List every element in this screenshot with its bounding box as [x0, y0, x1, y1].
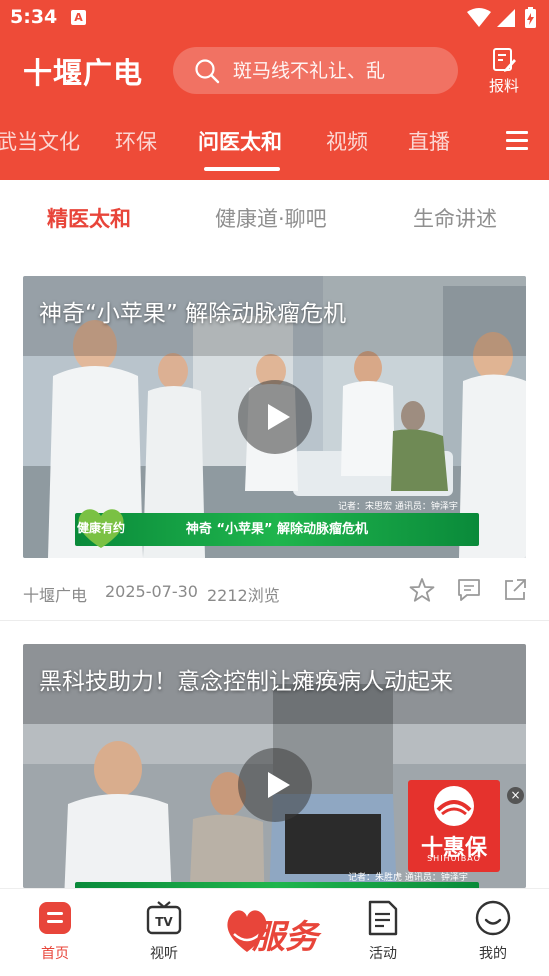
search-input[interactable] — [233, 47, 443, 94]
tab-ask-doctor[interactable]: 问医太和 — [198, 126, 282, 156]
subtab-health-chat[interactable]: 健康道·聊吧 — [215, 203, 327, 233]
nav-mine-label: 我的 — [479, 946, 507, 962]
status-time: 5:34 — [10, 6, 58, 28]
nav-activity[interactable]: 活动 — [343, 899, 423, 969]
app-logo-title[interactable]: 十堰广电 — [23, 50, 143, 92]
tab-live[interactable]: 直播 — [408, 126, 450, 156]
signal-icon — [497, 9, 515, 27]
system-status-icons — [467, 7, 536, 28]
star-icon[interactable] — [409, 577, 435, 603]
play-icon — [268, 404, 290, 430]
shihuibao-logo-icon — [434, 786, 474, 826]
notification-icon: A — [71, 10, 86, 25]
article-source: 十堰广电 — [23, 586, 88, 605]
tab-environment[interactable]: 环保 — [115, 126, 157, 156]
tab-wudang-culture[interactable]: 武当文化 — [0, 126, 80, 156]
nav-watch[interactable]: TV 视听 — [124, 899, 204, 969]
share-icon[interactable] — [502, 577, 528, 603]
caption-bar: 神奇 “小苹果” 解除动脉瘤危机 — [75, 513, 479, 546]
play-icon — [268, 772, 290, 798]
active-tab-indicator — [204, 167, 280, 171]
nav-activity-label: 活动 — [369, 946, 397, 962]
article-title: 黑科技助力！意念控制让瘫痪病人动起来 — [39, 669, 453, 695]
shihuibao-ad[interactable]: 十惠保 SHIHUIBAO — [408, 780, 500, 872]
top-header: 5:34 A 十堰广电 斑马线不礼让、乱 报料 武当文化 环保 问医太和 视频 … — [0, 0, 549, 180]
report-button[interactable]: 报料 — [480, 47, 528, 99]
play-button[interactable] — [238, 380, 312, 454]
search-bar[interactable] — [173, 47, 458, 94]
article-title: 神奇“小苹果” 解除动脉瘤危机 — [39, 301, 347, 327]
nav-mine[interactable]: 我的 — [453, 899, 533, 969]
ad-subtitle: SHIHUIBAO — [427, 854, 481, 863]
smiley-profile-icon — [475, 900, 511, 936]
subtab-precise-medicine[interactable]: 精医太和 — [47, 203, 131, 233]
svg-text:TV: TV — [155, 915, 173, 929]
sub-tab-bar: 精医太和 健康道·聊吧 生命讲述 — [0, 180, 549, 255]
close-ad-icon[interactable]: × — [507, 787, 524, 804]
comment-icon[interactable] — [456, 577, 482, 603]
health-program-logo: 健康有约 — [77, 509, 125, 548]
edit-note-icon — [493, 48, 516, 72]
caption-text: 神奇 “小苹果” 解除动脉瘤危机 — [185, 522, 369, 537]
tab-video[interactable]: 视频 — [326, 126, 368, 156]
battery-icon — [525, 7, 536, 28]
article-views: 2212浏览 — [207, 586, 280, 605]
nav-home[interactable]: 首页 — [15, 899, 95, 969]
reporter-credit: 记者：宋思宏 通讯员：钟泽宇 — [338, 502, 458, 512]
nav-home-label: 首页 — [41, 946, 69, 962]
article-meta: 十堰广电 2025-07-30 2212浏览 — [23, 577, 526, 607]
article-card[interactable]: 神奇“小苹果” 解除动脉瘤危机 记者：宋思宏 通讯员：钟泽宇 神奇 “小苹果” … — [0, 255, 549, 620]
subtab-life-stories[interactable]: 生命讲述 — [413, 203, 497, 233]
video-thumbnail[interactable]: 神奇“小苹果” 解除动脉瘤危机 记者：宋思宏 通讯员：钟泽宇 神奇 “小苹果” … — [23, 276, 526, 558]
app-root: { "status_bar": { "time": "5:34", "notif… — [0, 0, 549, 976]
article-date: 2025-07-30 — [105, 582, 198, 601]
wifi-icon — [467, 8, 491, 27]
health-logo-text: 健康有约 — [77, 520, 125, 535]
menu-icon[interactable] — [506, 131, 528, 151]
service-button[interactable]: 服务 — [222, 902, 330, 960]
service-label: 服务 — [252, 917, 318, 956]
nav-watch-label: 视听 — [150, 946, 178, 962]
report-label: 报料 — [488, 77, 519, 95]
document-icon — [368, 900, 398, 936]
home-icon — [39, 902, 71, 934]
status-bar: 5:34 A — [0, 0, 549, 36]
tv-icon: TV — [146, 901, 182, 935]
search-icon — [195, 59, 220, 84]
play-button[interactable] — [238, 748, 312, 822]
